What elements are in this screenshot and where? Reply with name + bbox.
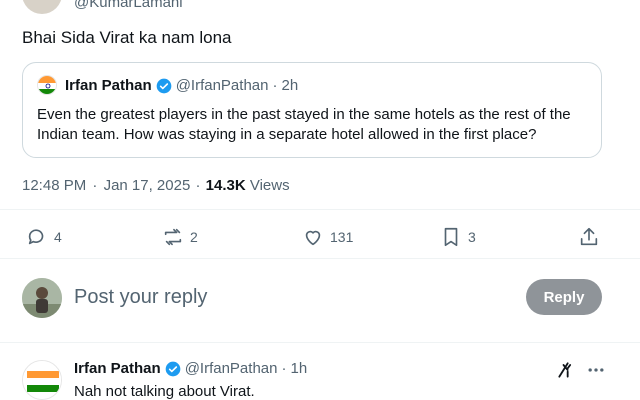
share-icon [580,227,598,246]
comment-avatar[interactable] [22,360,62,400]
avatar[interactable] [22,0,62,14]
divider [0,258,640,259]
quoted-timestamp[interactable]: 2h [281,77,298,94]
reply-submit-button[interactable]: Reply [526,279,602,315]
comment-header: Irfan Pathan @IrfanPathan · 1h [74,360,307,377]
quoted-text: Even the greatest players in the past st… [37,106,571,143]
separator-dot: · [281,360,287,377]
comment-timestamp[interactable]: 1h [290,360,307,377]
flag-avatar-icon [23,361,61,399]
reply-button[interactable]: 4 [26,226,62,248]
reply-input[interactable]: Post your reply [74,286,207,309]
repost-icon [164,228,182,246]
flag-avatar-icon [38,76,56,94]
like-icon [305,230,321,246]
separator-dot: · [92,177,98,194]
user-avatar[interactable] [22,278,62,318]
quoted-author-name[interactable]: Irfan Pathan [65,77,152,94]
bookmark-icon [444,227,458,247]
quoted-author-handle[interactable]: @IrfanPathan [176,77,269,94]
divider [0,342,640,343]
repost-button[interactable]: 2 [162,226,198,248]
comment-text: Nah not talking about Virat. [74,383,255,400]
verified-icon [165,361,181,376]
verified-icon [156,78,172,93]
tweet-text: Bhai Sida Virat ka nam lona [22,28,232,47]
quoted-tweet[interactable]: Irfan Pathan @IrfanPathan · 2h Even the … [22,62,602,158]
separator-dot: · [272,77,278,94]
quoted-avatar[interactable] [37,75,57,95]
separator-dot: · [195,177,201,194]
reply-icon [28,229,44,245]
divider [0,209,640,210]
views-label: Views [249,177,290,194]
post-time[interactable]: 12:48 PM [22,177,86,194]
user-avatar-image [22,278,62,318]
comment-author-handle[interactable]: @IrfanPathan [185,360,278,377]
like-button[interactable]: 131 [302,226,353,248]
reply-count: 4 [54,229,62,245]
grok-icon[interactable] [556,360,576,380]
repost-count: 2 [190,229,198,245]
bookmark-count: 3 [468,229,476,245]
tweet-meta: 12:48 PM · Jan 17, 2025 · 14.3K Views [22,177,290,194]
quoted-header: Irfan Pathan @IrfanPathan · 2h [65,77,298,94]
views-count: 14.3K [205,177,246,194]
post-date[interactable]: Jan 17, 2025 [104,177,191,194]
more-icon[interactable] [586,362,606,378]
bookmark-button[interactable]: 3 [440,226,476,248]
share-button[interactable] [578,226,606,248]
comment-author-name[interactable]: Irfan Pathan [74,360,161,377]
like-count: 131 [330,229,354,245]
author-handle[interactable]: @KumarLamani [74,0,183,11]
